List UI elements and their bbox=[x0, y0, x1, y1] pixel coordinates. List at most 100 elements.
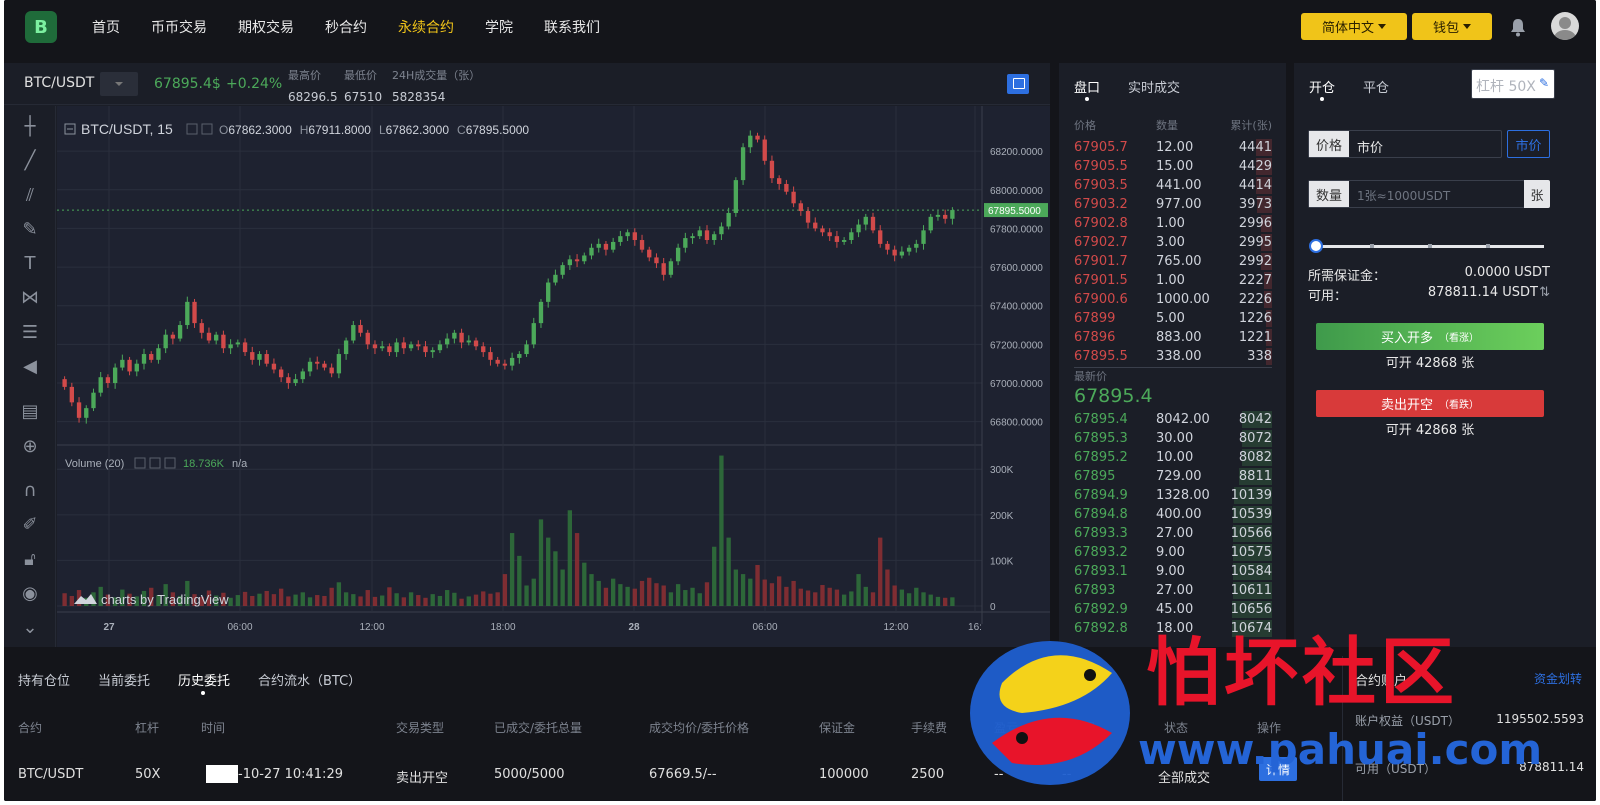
volume-bar bbox=[719, 455, 724, 606]
bid-row[interactable]: 67895.3 30.00 8072 bbox=[1059, 429, 1286, 448]
tradingview-credit[interactable]: charts by TradingView bbox=[101, 592, 229, 607]
measure-icon[interactable]: ☰ bbox=[18, 322, 42, 344]
price-field[interactable]: 价格 市价 bbox=[1308, 130, 1502, 158]
bid-row[interactable]: 67895.4 8042.00 8042 bbox=[1059, 410, 1286, 429]
quantity-unit[interactable]: 张 bbox=[1524, 180, 1550, 208]
price-cell: 67895.2 bbox=[1074, 450, 1128, 465]
slider-handle[interactable] bbox=[1309, 239, 1323, 253]
chevron-down-icon[interactable]: ⌄ bbox=[18, 617, 42, 639]
ask-row[interactable]: 67903.2 977.00 3973 bbox=[1059, 195, 1286, 214]
ruler-icon[interactable]: ▤ bbox=[18, 401, 42, 423]
bell-icon[interactable] bbox=[1509, 17, 1527, 37]
nav-item[interactable]: 永续合约 bbox=[398, 17, 454, 37]
magnet-icon[interactable]: ∩ bbox=[18, 480, 42, 502]
tab-open[interactable]: 开仓 bbox=[1309, 77, 1335, 96]
tab-contract-ledger[interactable]: 合约流水（BTC） bbox=[258, 670, 361, 689]
chart-canvas[interactable]: 68200.0000 68000.0000 67800.0000 67600.0000… bbox=[57, 106, 1050, 647]
transfer-icon[interactable]: ⇅ bbox=[1539, 285, 1550, 300]
bid-row[interactable]: 67892.9 45.00 10656 bbox=[1059, 600, 1286, 619]
ask-row[interactable]: 67899 5.00 1226 bbox=[1059, 309, 1286, 328]
avatar[interactable] bbox=[1551, 12, 1579, 40]
candle-body bbox=[777, 178, 782, 184]
nav-item[interactable]: 学院 bbox=[485, 17, 513, 37]
bid-row[interactable]: 67894.9 1328.00 10139 bbox=[1059, 486, 1286, 505]
candle-body bbox=[163, 334, 168, 349]
transfer-link[interactable]: 资金划转 bbox=[1534, 670, 1582, 687]
lock-icon[interactable]: 🔓︎ bbox=[18, 549, 42, 571]
nav-item[interactable]: 币币交易 bbox=[151, 17, 207, 37]
nav-item[interactable]: 首页 bbox=[92, 17, 120, 37]
ask-row[interactable]: 67901.5 1.00 2227 bbox=[1059, 271, 1286, 290]
candle-body bbox=[206, 332, 212, 341]
ask-row[interactable]: 67905.7 12.00 4441 bbox=[1059, 138, 1286, 157]
zoom-in-icon[interactable]: ⊕ bbox=[18, 436, 42, 458]
ask-row[interactable]: 67905.5 15.00 4429 bbox=[1059, 157, 1286, 176]
brush-icon[interactable]: ✎ bbox=[18, 219, 42, 241]
tab-order-book[interactable]: 盘口 bbox=[1074, 77, 1100, 96]
pencil-lock-icon[interactable]: ✐ bbox=[18, 514, 42, 536]
crosshair-icon[interactable]: ┼ bbox=[18, 116, 42, 138]
nav-item[interactable]: 联系我们 bbox=[544, 17, 600, 37]
fullscreen-button[interactable] bbox=[1007, 74, 1029, 94]
bid-row[interactable]: 67894.8 400.00 10539 bbox=[1059, 505, 1286, 524]
ask-row[interactable]: 67900.6 1000.00 2226 bbox=[1059, 290, 1286, 309]
bid-row[interactable]: 67893.1 9.00 10584 bbox=[1059, 562, 1286, 581]
candle-body bbox=[603, 243, 609, 250]
sell-short-button[interactable]: 卖出开空 （看跌） bbox=[1316, 390, 1544, 417]
candle-body bbox=[488, 352, 493, 360]
details-button[interactable]: 详情 bbox=[1259, 757, 1297, 781]
nav-item[interactable]: 秒合约 bbox=[325, 17, 367, 37]
header-fee: 手续费 bbox=[911, 721, 948, 735]
sell-available: 可开 42868 张 bbox=[1385, 423, 1475, 438]
text-icon[interactable]: T bbox=[18, 253, 42, 275]
candle-body bbox=[76, 402, 82, 418]
tab-close[interactable]: 平仓 bbox=[1363, 77, 1389, 96]
volume-bar bbox=[805, 590, 811, 606]
market-price-button[interactable]: 市价 bbox=[1507, 130, 1550, 158]
ask-row[interactable]: 67901.7 765.00 2992 bbox=[1059, 252, 1286, 271]
bid-row[interactable]: 67893.2 9.00 10575 bbox=[1059, 543, 1286, 562]
tab-positions[interactable]: 持有仓位 bbox=[18, 670, 70, 689]
volume-bar bbox=[444, 590, 450, 606]
bid-row[interactable]: 67895.2 10.00 8082 bbox=[1059, 448, 1286, 467]
tab-trades[interactable]: 实时成交 bbox=[1128, 77, 1180, 96]
ask-row[interactable]: 67902.7 3.00 2995 bbox=[1059, 233, 1286, 252]
trendline-icon[interactable]: ╱ bbox=[18, 150, 42, 172]
quantity-field[interactable]: 数量 1张≈1000USDT bbox=[1308, 180, 1525, 208]
volume-bar bbox=[712, 546, 717, 606]
eye-icon[interactable]: ◉ bbox=[18, 583, 42, 605]
candle-body bbox=[134, 363, 139, 372]
ask-row[interactable]: 67895.5 338.00 338 bbox=[1059, 347, 1286, 366]
ask-row[interactable]: 67896 883.00 1221 bbox=[1059, 328, 1286, 347]
volume-bar bbox=[452, 592, 457, 606]
logo[interactable]: B bbox=[25, 11, 57, 43]
candle-body bbox=[192, 301, 197, 324]
candle-body bbox=[264, 354, 269, 364]
ticker-change: +0.24% bbox=[226, 76, 283, 92]
ask-row[interactable]: 67903.5 441.00 4414 bbox=[1059, 176, 1286, 195]
nav-item[interactable]: 期权交易 bbox=[238, 17, 294, 37]
fib-icon[interactable]: ⫽ bbox=[18, 185, 42, 207]
tab-order-history[interactable]: 历史委托 bbox=[178, 670, 230, 689]
volume-bar bbox=[574, 533, 580, 606]
leverage-button[interactable]: 杠杆 50X ✎ bbox=[1471, 69, 1555, 99]
candle-body bbox=[221, 334, 226, 349]
price-chart[interactable]: 68200.0000 68000.0000 67800.0000 67600.0000… bbox=[57, 106, 1050, 647]
bid-row[interactable]: 67893.3 27.00 10566 bbox=[1059, 524, 1286, 543]
pair-dropdown[interactable] bbox=[100, 72, 138, 96]
ask-row[interactable]: 67902.8 1.00 2996 bbox=[1059, 214, 1286, 233]
total-cell: 4414 bbox=[1238, 178, 1272, 193]
language-button[interactable]: 简体中文 bbox=[1301, 13, 1407, 40]
bid-row[interactable]: 67893 27.00 10611 bbox=[1059, 581, 1286, 600]
bid-row[interactable]: 67895 729.00 8811 bbox=[1059, 467, 1286, 486]
arrow-left-icon[interactable]: ◀ bbox=[18, 356, 42, 378]
buy-long-button[interactable]: 买入开多 （看涨） bbox=[1316, 323, 1544, 350]
pattern-icon[interactable]: ⋈ bbox=[18, 287, 42, 309]
total-cell: 1226 bbox=[1238, 311, 1272, 326]
bid-row[interactable]: 67892.8 18.00 10674 bbox=[1059, 619, 1286, 638]
volume-bar bbox=[618, 584, 623, 606]
tab-open-orders[interactable]: 当前委托 bbox=[98, 670, 150, 689]
wallet-button[interactable]: 钱包 bbox=[1412, 13, 1492, 40]
price-cell: 67892.9 bbox=[1074, 602, 1128, 617]
volume-bar bbox=[394, 593, 399, 606]
